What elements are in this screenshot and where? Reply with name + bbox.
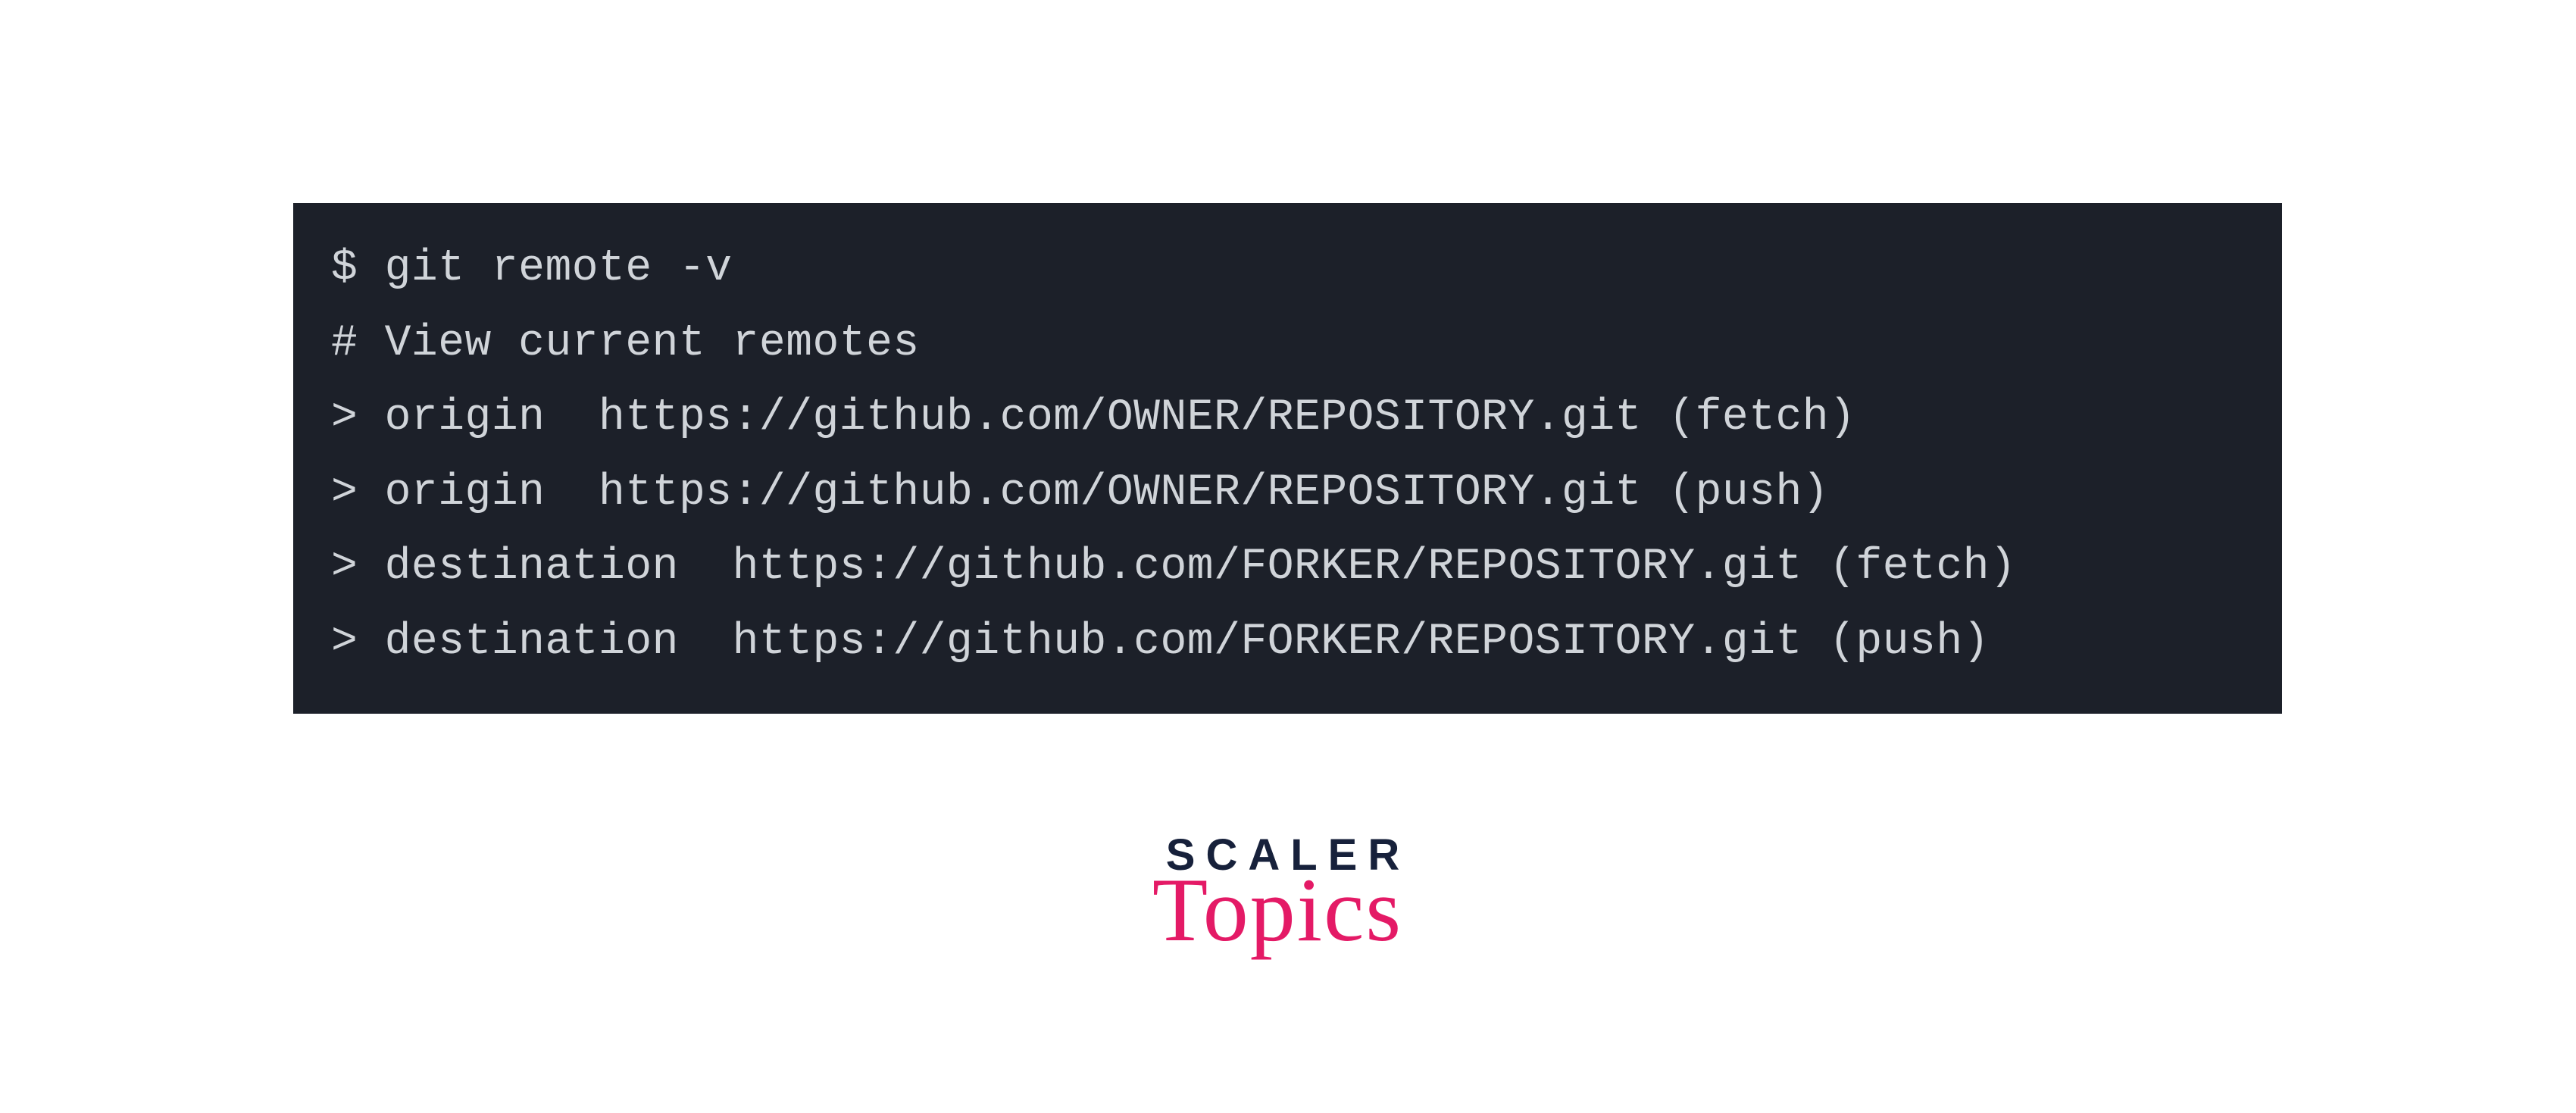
terminal-code-block: $ git remote -v # View current remotes >… — [293, 203, 2282, 714]
terminal-line-output: > destination https://github.com/FORKER/… — [331, 605, 2244, 680]
logo-text-topics: Topics — [1145, 871, 1410, 949]
terminal-line-output: > origin https://github.com/OWNER/REPOSI… — [331, 381, 2244, 456]
terminal-line-comment: # View current remotes — [331, 307, 2244, 382]
terminal-line-output: > destination https://github.com/FORKER/… — [331, 530, 2244, 605]
terminal-line-output: > origin https://github.com/OWNER/REPOSI… — [331, 456, 2244, 531]
terminal-line-command: $ git remote -v — [331, 232, 2244, 307]
scaler-topics-logo: SCALER Topics — [1166, 833, 1410, 949]
